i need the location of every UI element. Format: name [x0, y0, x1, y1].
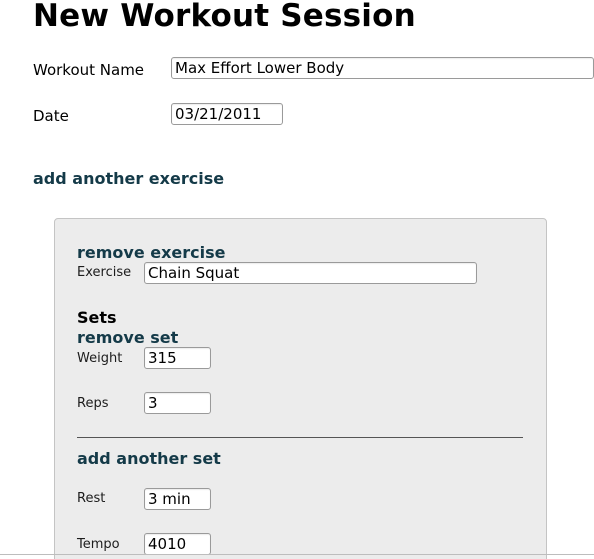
workout-name-label: Workout Name — [33, 61, 145, 79]
sets-heading: Sets — [77, 308, 117, 327]
window-bottom-edge — [0, 554, 594, 555]
add-set-link[interactable]: add another set — [77, 449, 221, 468]
workout-name-input[interactable] — [171, 57, 594, 79]
rest-input[interactable] — [144, 488, 211, 510]
date-label: Date — [33, 107, 69, 125]
set-divider — [77, 437, 523, 438]
tempo-input[interactable] — [144, 533, 211, 555]
exercise-input[interactable] — [144, 262, 477, 284]
remove-set-link[interactable]: remove set — [77, 328, 178, 347]
workout-session-page: New Workout Session Workout Name Date ad… — [0, 0, 594, 559]
exercise-label: Exercise — [77, 265, 132, 280]
date-input[interactable] — [171, 103, 283, 125]
reps-label: Reps — [77, 396, 109, 411]
rest-label: Rest — [77, 491, 106, 506]
page-title: New Workout Session — [33, 0, 416, 34]
remove-exercise-link[interactable]: remove exercise — [77, 243, 226, 262]
weight-input[interactable] — [144, 347, 211, 369]
reps-input[interactable] — [144, 392, 211, 414]
add-exercise-link[interactable]: add another exercise — [33, 169, 224, 188]
weight-label: Weight — [77, 351, 123, 366]
tempo-label: Tempo — [77, 537, 120, 552]
